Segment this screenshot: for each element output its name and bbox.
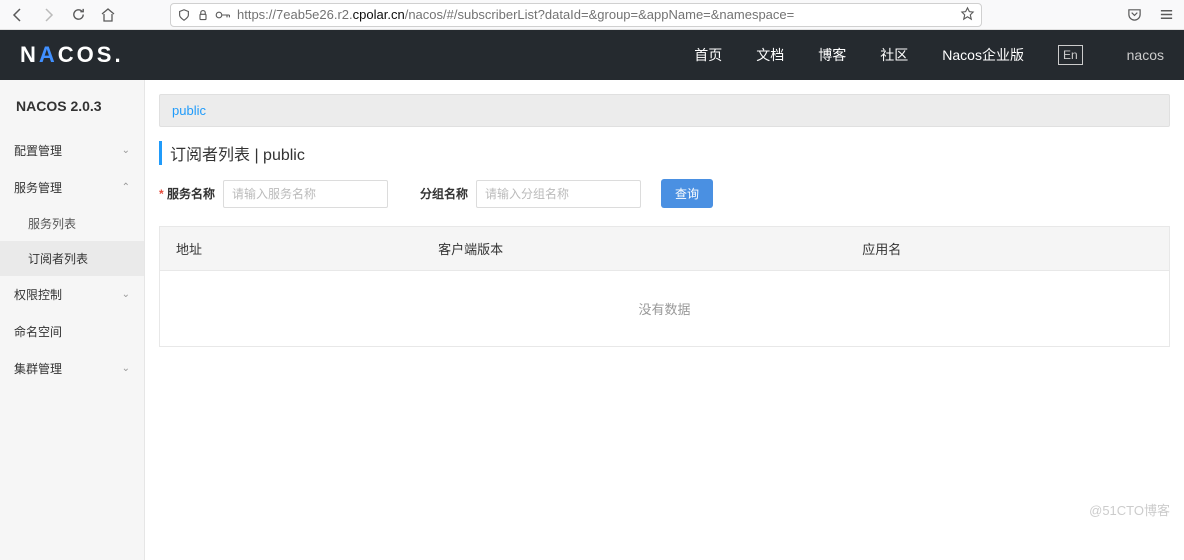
namespace-link-public[interactable]: public: [172, 103, 206, 118]
sidebar-item-cluster[interactable]: 集群管理 ⌄: [0, 350, 144, 387]
page-title: 订阅者列表 | public: [159, 141, 1170, 165]
pocket-icon[interactable]: [1126, 7, 1142, 23]
lock-icon: [197, 9, 209, 21]
subscriber-table: 地址 客户端版本 应用名 没有数据: [159, 226, 1170, 347]
chevron-down-icon: ⌄: [122, 145, 130, 156]
sidebar-title: NACOS 2.0.3: [0, 80, 144, 132]
nacos-logo: NACOS.: [20, 42, 124, 68]
home-button[interactable]: [100, 7, 116, 23]
sidebar-item-auth[interactable]: 权限控制 ⌄: [0, 276, 144, 313]
namespace-bar: public: [159, 94, 1170, 127]
sidebar-item-label: 服务管理: [14, 179, 62, 196]
url-text: https://7eab5e26.r2.cpolar.cn/nacos/#/su…: [237, 7, 954, 22]
query-button[interactable]: 查询: [661, 179, 713, 208]
sidebar-item-namespace[interactable]: 命名空间: [0, 313, 144, 350]
sidebar-item-label: 配置管理: [14, 142, 62, 159]
user-name[interactable]: nacos: [1127, 47, 1164, 63]
col-address: 地址: [160, 227, 423, 271]
service-name-label: 服务名称: [159, 185, 215, 202]
browser-toolbar: https://7eab5e26.r2.cpolar.cn/nacos/#/su…: [0, 0, 1184, 30]
forward-button[interactable]: [40, 7, 56, 23]
key-icon: [215, 9, 231, 21]
nav-enterprise[interactable]: Nacos企业版: [942, 45, 1024, 65]
empty-message: 没有数据: [160, 271, 1170, 347]
chevron-up-icon: ⌃: [122, 182, 130, 193]
col-app-name: 应用名: [846, 227, 1169, 271]
shield-icon: [177, 8, 191, 22]
nav-home[interactable]: 首页: [694, 45, 722, 65]
back-button[interactable]: [10, 7, 26, 23]
main-content: public 订阅者列表 | public 服务名称 分组名称 查询 地址 客户…: [145, 80, 1184, 560]
sidebar-item-config-mgmt[interactable]: 配置管理 ⌄: [0, 132, 144, 169]
lang-switch[interactable]: En: [1058, 45, 1083, 65]
watermark: @51CTO博客: [1089, 500, 1170, 519]
nav-blog[interactable]: 博客: [818, 45, 846, 65]
bookmark-star-icon[interactable]: [960, 6, 975, 24]
sidebar-item-label: 权限控制: [14, 286, 62, 303]
app-header: NACOS. 首页 文档 博客 社区 Nacos企业版 En nacos: [0, 30, 1184, 80]
group-name-label: 分组名称: [420, 185, 468, 202]
chevron-down-icon: ⌄: [122, 289, 130, 300]
nav-community[interactable]: 社区: [880, 45, 908, 65]
browser-right-icons: [1126, 7, 1174, 23]
group-name-input[interactable]: [476, 180, 641, 208]
address-bar[interactable]: https://7eab5e26.r2.cpolar.cn/nacos/#/su…: [170, 3, 982, 27]
menu-icon[interactable]: [1158, 7, 1174, 23]
sidebar-item-label: 命名空间: [14, 323, 62, 340]
nav-docs[interactable]: 文档: [756, 45, 784, 65]
reload-button[interactable]: [70, 7, 86, 23]
col-client-version: 客户端版本: [422, 227, 846, 271]
search-form: 服务名称 分组名称 查询: [159, 179, 1170, 208]
sidebar-item-label: 集群管理: [14, 360, 62, 377]
sidebar-item-service-mgmt[interactable]: 服务管理 ⌃: [0, 169, 144, 206]
sidebar: NACOS 2.0.3 配置管理 ⌄ 服务管理 ⌃ 服务列表 订阅者列表 权限控制 ⌄…: [0, 80, 145, 560]
service-name-input[interactable]: [223, 180, 388, 208]
sidebar-sub-subscriber-list[interactable]: 订阅者列表: [0, 241, 144, 276]
sidebar-sub-service-list[interactable]: 服务列表: [0, 206, 144, 241]
chevron-down-icon: ⌄: [122, 363, 130, 374]
